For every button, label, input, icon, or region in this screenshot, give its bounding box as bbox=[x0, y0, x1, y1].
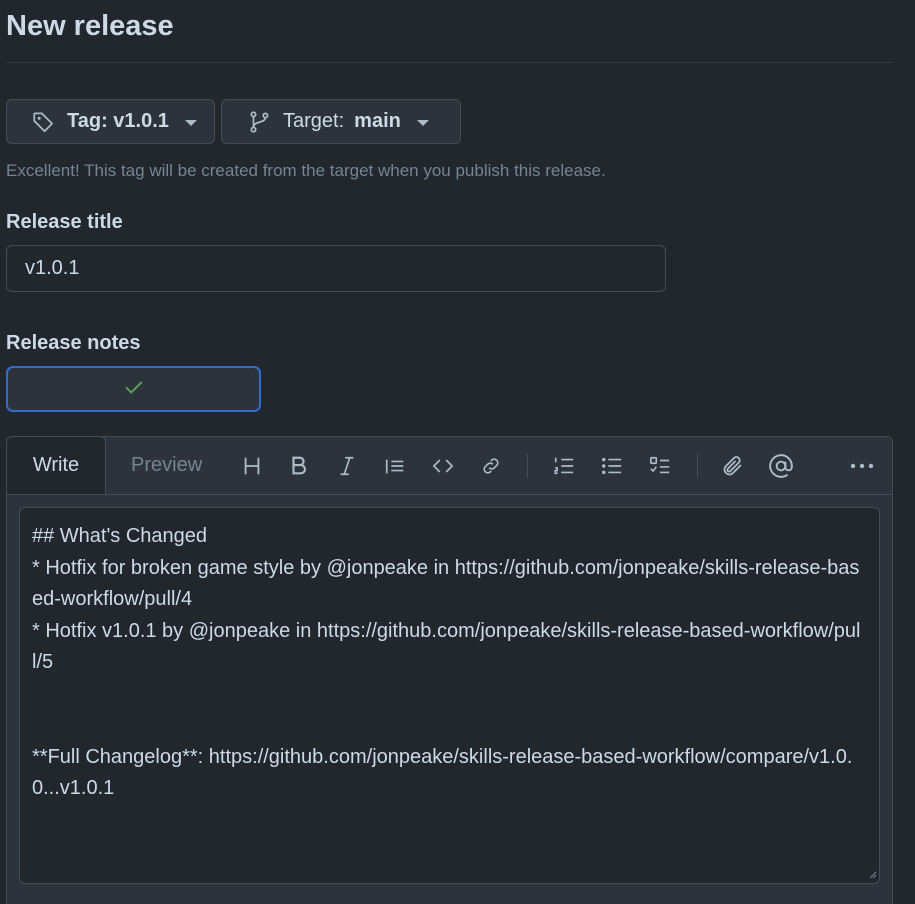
git-branch-icon bbox=[247, 109, 273, 135]
tag-hint: Excellent! This tag will be created from… bbox=[6, 161, 606, 180]
toolbar-divider bbox=[697, 454, 698, 478]
generate-notes-button[interactable] bbox=[6, 366, 261, 412]
code-icon[interactable] bbox=[428, 451, 458, 481]
markdown-editor: Write Preview ## What's Changed * Hotfix… bbox=[6, 436, 893, 904]
tab-write[interactable]: Write bbox=[6, 436, 106, 494]
mention-icon[interactable] bbox=[766, 451, 796, 481]
release-title-input[interactable]: v1.0.1 bbox=[6, 245, 666, 292]
task-list-icon[interactable] bbox=[645, 451, 675, 481]
divider bbox=[6, 62, 893, 63]
link-icon[interactable] bbox=[476, 451, 506, 481]
tag-label: Tag: v1.0.1 bbox=[67, 110, 169, 132]
release-page: New release Tag: v1.0.1 Target: main Exc… bbox=[0, 0, 915, 904]
tag-icon bbox=[31, 109, 57, 135]
page-title: New release bbox=[6, 10, 174, 42]
more-icon[interactable] bbox=[847, 451, 877, 481]
release-notes-textarea[interactable]: ## What's Changed * Hotfix for broken ga… bbox=[19, 507, 880, 884]
italic-icon[interactable] bbox=[332, 451, 362, 481]
toolbar-divider bbox=[527, 454, 528, 478]
check-icon bbox=[123, 376, 145, 403]
target-label: Target: bbox=[283, 110, 345, 132]
resize-handle[interactable] bbox=[869, 866, 877, 879]
chevron-down-icon bbox=[184, 119, 197, 126]
unordered-list-icon[interactable] bbox=[597, 451, 627, 481]
target-select-button[interactable]: Target: main bbox=[221, 99, 461, 144]
chevron-down-icon bbox=[416, 119, 429, 126]
tab-preview[interactable]: Preview bbox=[131, 454, 202, 477]
quote-icon[interactable] bbox=[380, 451, 410, 481]
release-notes-label: Release notes bbox=[6, 332, 141, 354]
editor-toolbar: Write Preview bbox=[6, 436, 892, 495]
target-value: main bbox=[354, 110, 401, 132]
heading-icon[interactable] bbox=[237, 451, 267, 481]
tag-select-button[interactable]: Tag: v1.0.1 bbox=[6, 99, 215, 144]
attach-icon[interactable] bbox=[718, 451, 748, 481]
ordered-list-icon[interactable] bbox=[549, 451, 579, 481]
bold-icon[interactable] bbox=[284, 451, 314, 481]
release-title-label: Release title bbox=[6, 211, 123, 233]
